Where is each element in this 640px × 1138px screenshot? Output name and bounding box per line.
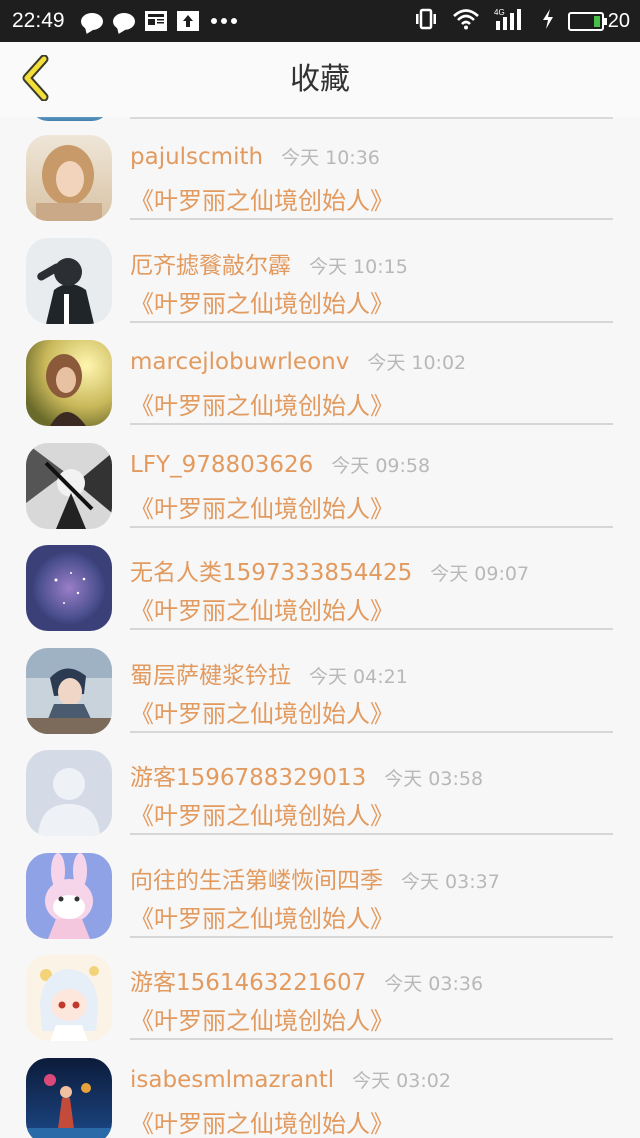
avatar[interactable] — [26, 647, 112, 734]
avatar[interactable] — [26, 442, 112, 529]
app-header: 收藏 — [0, 42, 640, 117]
avatar[interactable] — [26, 955, 112, 1041]
user-name: LFY_978803626 — [130, 451, 314, 478]
avatar[interactable] — [26, 340, 112, 426]
chevron-left-icon — [22, 55, 49, 101]
upload-icon — [176, 11, 199, 31]
avatar[interactable] — [26, 237, 112, 324]
page-title: 收藏 — [290, 62, 350, 97]
book-title[interactable]: 《叶罗丽之仙境创始人》 — [130, 1001, 394, 1036]
battery-icon — [567, 11, 607, 31]
charging-icon — [542, 8, 554, 34]
svg-text:4G: 4G — [494, 8, 505, 17]
timestamp: 今天 10:02 — [367, 352, 467, 374]
timestamp: 今天 03:58 — [384, 768, 484, 790]
book-title[interactable]: 《叶罗丽之仙境创始人》 — [130, 284, 394, 319]
timestamp: 今天 10:15 — [309, 255, 408, 278]
user-name: 游客1561463221607 — [130, 970, 367, 996]
avatar[interactable] — [26, 852, 112, 939]
list-item[interactable]: 蜀层萨楗浆钤拉 今天 04:21 《叶罗丽之仙境创始人》 — [0, 630, 640, 734]
list-item[interactable]: 游客1561463221607 今天 03:36 《叶罗丽之仙境创始人》 — [0, 937, 640, 1041]
timestamp: 今天 04:21 — [309, 665, 408, 688]
favorites-list[interactable]: pajulscmith 今天 10:36 《叶罗丽之仙境创始人》 厄齐摅餮敲尔霹今… — [0, 117, 640, 1138]
user-name: 蜀层萨楗浆钤拉 — [130, 662, 291, 689]
list-item[interactable]: 厄齐摅餮敲尔霹 今天 10:15 《叶罗丽之仙境创始人》 — [0, 220, 640, 324]
status-time: 22:49 — [12, 9, 65, 32]
list-item[interactable]: LFY_978803626 今天 09:58 《叶罗丽之仙境创始人》 — [0, 425, 640, 529]
avatar[interactable] — [26, 750, 112, 836]
book-title[interactable]: 《叶罗丽之仙境创始人》 — [130, 694, 394, 729]
battery-indicator: 20 — [567, 9, 630, 33]
chat-bubble-icon — [80, 12, 103, 30]
signal-icon: 4G — [494, 7, 528, 35]
avatar[interactable] — [26, 1057, 112, 1138]
book-title[interactable]: 《叶罗丽之仙境创始人》 — [130, 386, 394, 421]
list-item[interactable]: 游客1596788329013 今天 03:58 《叶罗丽之仙境创始人》 — [0, 732, 640, 836]
timestamp: 今天 03:36 — [384, 973, 484, 995]
book-title[interactable]: 《叶罗丽之仙境创始人》 — [130, 591, 394, 626]
avatar[interactable] — [26, 545, 112, 631]
book-title[interactable]: 《叶罗丽之仙境创始人》 — [130, 181, 394, 216]
vibrate-icon — [414, 8, 438, 34]
book-title[interactable]: 《叶罗丽之仙境创始人》 — [130, 1104, 394, 1138]
back-button[interactable] — [16, 54, 56, 102]
list-item[interactable]: isabesmlmazrantl 今天 03:02 《叶罗丽之仙境创始人》 — [0, 1040, 640, 1138]
more-dots-icon — [209, 11, 239, 31]
timestamp: 今天 09:58 — [331, 454, 431, 477]
list-item[interactable]: marcejlobuwrleonv 今天 10:02 《叶罗丽之仙境创始人》 — [0, 322, 640, 426]
list-item[interactable]: pajulscmith 今天 10:36 《叶罗丽之仙境创始人》 — [0, 117, 640, 221]
timestamp: 今天 03:37 — [401, 870, 500, 893]
book-title[interactable]: 《叶罗丽之仙境创始人》 — [130, 899, 394, 934]
timestamp: 今天 03:02 — [352, 1069, 451, 1092]
user-name: marcejlobuwrleonv — [130, 349, 350, 375]
status-bar: 22:49 4G 20 — [0, 0, 640, 42]
wifi-icon — [452, 8, 480, 34]
news-icon — [144, 11, 167, 31]
user-name: pajulscmith — [130, 144, 264, 170]
timestamp: 今天 10:36 — [281, 147, 380, 169]
timestamp: 今天 09:07 — [430, 563, 530, 585]
user-name: isabesmlmazrantl — [130, 1066, 335, 1093]
user-name: 游客1596788329013 — [130, 765, 367, 791]
user-name: 向往的生活第嵝恢间四季 — [130, 867, 383, 894]
list-item[interactable]: 无名人类1597333854425 今天 09:07 《叶罗丽之仙境创始人》 — [0, 527, 640, 631]
book-title[interactable]: 《叶罗丽之仙境创始人》 — [130, 796, 394, 831]
chat-bubble-icon — [112, 12, 135, 30]
user-name: 无名人类1597333854425 — [130, 560, 413, 586]
list-item[interactable]: 向往的生活第嵝恢间四季 今天 03:37 《叶罗丽之仙境创始人》 — [0, 835, 640, 939]
avatar[interactable] — [26, 135, 112, 221]
user-name: 厄齐摅餮敲尔霹 — [130, 252, 291, 279]
battery-level: 20 — [607, 9, 630, 32]
book-title[interactable]: 《叶罗丽之仙境创始人》 — [130, 489, 394, 524]
